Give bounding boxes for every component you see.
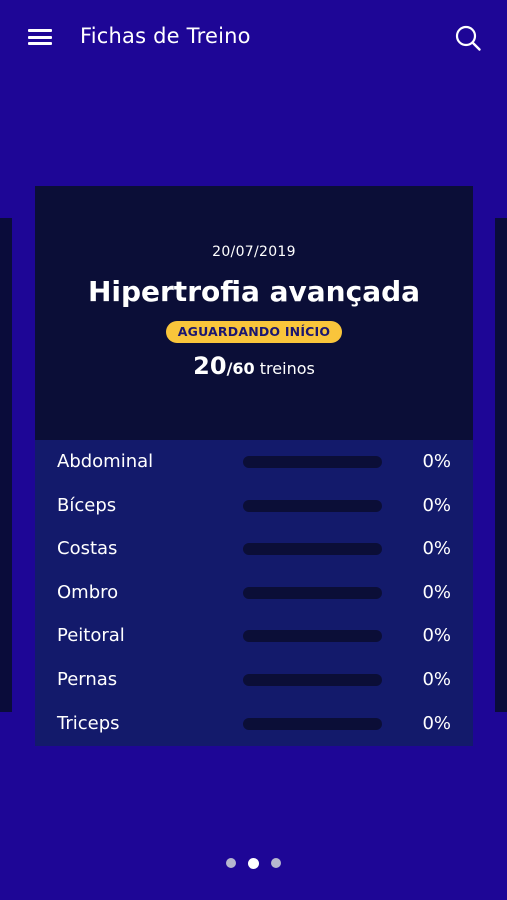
progress-bar (243, 586, 382, 599)
progress-bar (243, 499, 382, 512)
progress-bar (243, 717, 382, 730)
workout-name: Hipertrofia avançada (87, 275, 421, 308)
page-indicator (0, 858, 507, 870)
page-dot-2[interactable] (248, 858, 259, 869)
list-item-peitoral[interactable]: Peitoral 0% (35, 614, 473, 658)
app-header: Fichas de Treino (0, 0, 507, 72)
workout-date: 20/07/2019 (212, 244, 296, 260)
list-item-pernas[interactable]: Pernas 0% (35, 658, 473, 702)
sessions-unit: treinos (254, 359, 315, 378)
sessions-count: 20/60 treinos (35, 352, 473, 380)
page-dot-1[interactable] (226, 858, 236, 868)
previous-card-peek[interactable] (0, 218, 12, 712)
progress-percent: 0% (422, 668, 451, 690)
list-item-ombro[interactable]: Ombro 0% (35, 571, 473, 615)
next-card-peek[interactable] (495, 218, 507, 712)
progress-percent: 0% (422, 625, 451, 647)
progress-bar (243, 543, 382, 556)
sessions-total: /60 (226, 359, 255, 378)
list-item-abdominal[interactable]: Abdominal 0% (35, 440, 473, 484)
status-badge: AGUARDANDO INÍCIO (166, 321, 342, 343)
page-title: Fichas de Treino (80, 24, 251, 48)
progress-percent: 0% (422, 712, 451, 734)
list-item-costas[interactable]: Costas 0% (35, 527, 473, 571)
list-item-biceps[interactable]: Bíceps 0% (35, 484, 473, 528)
progress-bar (243, 673, 382, 686)
progress-bar (243, 630, 382, 643)
hamburger-menu-icon[interactable] (28, 29, 52, 45)
muscle-group-label: Costas (57, 538, 118, 560)
sessions-done: 20 (193, 352, 227, 380)
search-icon[interactable] (454, 24, 482, 52)
progress-percent: 0% (422, 538, 451, 560)
muscle-group-label: Ombro (57, 581, 119, 603)
page-dot-3[interactable] (271, 858, 281, 868)
workout-card[interactable]: 20/07/2019 Hipertrofia avançada AGUARDAN… (35, 186, 473, 746)
progress-percent: 0% (422, 451, 451, 472)
muscle-group-label: Peitoral (57, 625, 125, 647)
list-item-triceps[interactable]: Triceps 0% (35, 702, 473, 746)
muscle-group-list: Abdominal 0% Bíceps 0% Costas 0% Ombro 0… (35, 440, 473, 745)
muscle-group-label: Abdominal (57, 451, 154, 472)
muscle-group-label: Bíceps (57, 494, 117, 516)
progress-percent: 0% (422, 494, 451, 516)
progress-percent: 0% (422, 581, 451, 603)
muscle-group-label: Triceps (57, 712, 120, 734)
muscle-group-label: Pernas (57, 668, 118, 690)
progress-bar (243, 456, 382, 468)
workout-card-header: 20/07/2019 Hipertrofia avançada AGUARDAN… (35, 186, 473, 440)
